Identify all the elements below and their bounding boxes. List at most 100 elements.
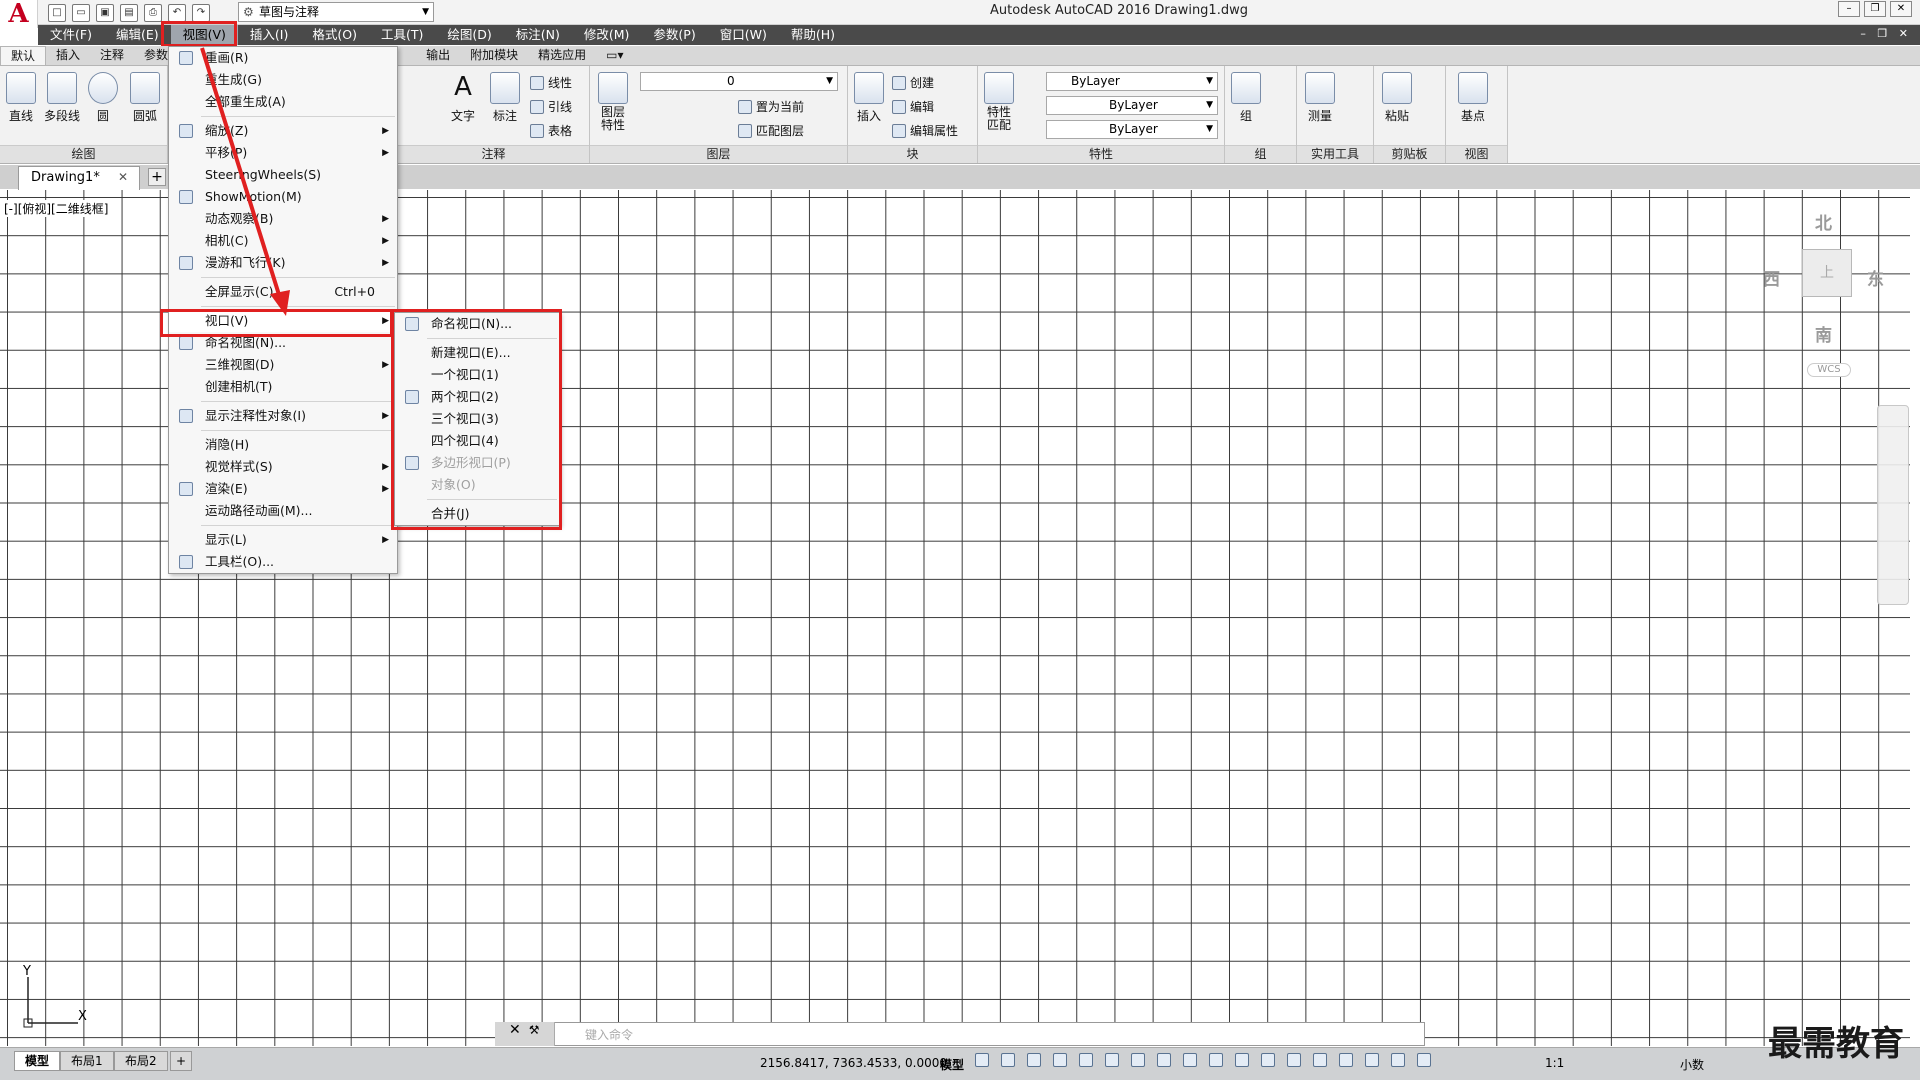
edit-block-tool[interactable]: 编辑 [892, 98, 934, 115]
viewcube-south[interactable]: 南 [1815, 321, 1832, 346]
object-track-icon[interactable] [1157, 1053, 1171, 1067]
viewport-submenu-item-2[interactable]: 一个视口(1) [395, 364, 559, 386]
base-view-tool[interactable]: 基点 [1458, 72, 1488, 124]
redo-icon[interactable]: ↷ [192, 4, 210, 22]
layout-tab-model[interactable]: 模型 [14, 1051, 61, 1071]
add-tab-icon[interactable]: + [148, 168, 166, 186]
drawing-window-controls[interactable]: – ❐ ✕ [1860, 27, 1912, 40]
view-menu-item-16[interactable]: 消隐(H) [169, 434, 397, 456]
layout-tab-2[interactable]: 布局2 [114, 1051, 168, 1071]
ribbon-minimize-icon[interactable]: ▭▾ [596, 46, 633, 65]
view-menu-item-21[interactable]: 工具栏(O)... [169, 551, 397, 573]
workspace-select[interactable]: ⚙ 草图与注释 ▼ [238, 2, 434, 22]
transparency-icon[interactable] [1235, 1053, 1249, 1067]
view-menu-item-10[interactable]: 全屏显示(C) Ctrl+0 [169, 281, 397, 303]
tab-default[interactable]: 默认 [0, 46, 47, 65]
tab-insert[interactable]: 插入 [46, 46, 90, 65]
menu-help[interactable]: 帮助(H) [779, 25, 847, 45]
view-menu-item-18[interactable]: 渲染(E) ▶ [169, 478, 397, 500]
close-icon[interactable]: ✕ [118, 170, 128, 184]
grid-icon[interactable] [975, 1053, 989, 1067]
viewport-submenu-item-0[interactable]: 命名视口(N)... [395, 313, 559, 335]
maximize-icon[interactable]: ❐ [1864, 1, 1886, 17]
menu-tools[interactable]: 工具(T) [369, 25, 435, 45]
panel-layers-title[interactable]: 图层 [590, 145, 847, 163]
menu-modify[interactable]: 修改(M) [572, 25, 642, 45]
linear-dim-tool[interactable]: 线性 [530, 74, 572, 91]
view-menu-item-3[interactable]: 缩放(Z) ▶ [169, 120, 397, 142]
circle-tool[interactable]: 圆 [88, 72, 118, 124]
layout-tab-1[interactable]: 布局1 [60, 1051, 114, 1071]
infer-icon[interactable] [1027, 1053, 1041, 1067]
panel-clipboard-title[interactable]: 剪贴板 [1374, 145, 1445, 163]
view-menu-item-2[interactable]: 全部重生成(A) [169, 91, 397, 113]
print-icon[interactable]: ⎙ [144, 4, 162, 22]
layer-select[interactable]: 0 ▼ [640, 72, 838, 91]
panel-groups-title[interactable]: 组 [1225, 145, 1296, 163]
dynamic-input-icon[interactable] [1053, 1053, 1067, 1067]
panel-draw-title[interactable]: 绘图 [0, 145, 167, 163]
viewcube[interactable]: 北 西 东 南 上 WCS [1745, 205, 1885, 385]
viewcube-west[interactable]: 西 [1763, 265, 1780, 290]
view-menu-item-4[interactable]: 平移(P) ▶ [169, 142, 397, 164]
view-menu-item-7[interactable]: 动态观察(B) ▶ [169, 208, 397, 230]
color-select[interactable]: ByLayer ▼ [1046, 72, 1218, 91]
close-icon[interactable]: ✕ [495, 1022, 521, 1038]
polar-icon[interactable] [1105, 1053, 1119, 1067]
tab-annotate[interactable]: 注释 [90, 46, 134, 65]
snap-icon[interactable] [1001, 1053, 1015, 1067]
navigation-bar[interactable] [1877, 405, 1909, 605]
view-menu-item-5[interactable]: SteeringWheels(S) [169, 164, 397, 186]
view-menu-item-0[interactable]: 重画(R) [169, 47, 397, 69]
application-menu-button[interactable]: A [0, 0, 38, 29]
viewport-submenu-item-3[interactable]: 两个视口(2) [395, 386, 559, 408]
panel-annotation-title[interactable]: 注释 [398, 145, 589, 163]
panel-properties-title[interactable]: 特性 [978, 145, 1224, 163]
model-space-toggle[interactable]: 模型 [940, 1056, 964, 1073]
menu-draw[interactable]: 绘图(D) [435, 25, 503, 45]
menu-window[interactable]: 窗口(W) [708, 25, 779, 45]
annotation-visibility-icon[interactable] [1391, 1053, 1405, 1067]
view-menu-item-14[interactable]: 创建相机(T) [169, 376, 397, 398]
open-icon[interactable]: ▭ [72, 4, 90, 22]
3d-osnap-icon[interactable] [1287, 1053, 1301, 1067]
menu-parametric[interactable]: 参数(P) [641, 25, 707, 45]
view-menu-item-8[interactable]: 相机(C) ▶ [169, 230, 397, 252]
command-input[interactable]: 键入命令 [585, 1026, 633, 1043]
menu-view[interactable]: 视图(V) [170, 25, 238, 45]
viewport-controls[interactable]: [-][俯视][二维线框] [3, 200, 110, 217]
view-menu-item-6[interactable]: ShowMotion(M) [169, 186, 397, 208]
group-tool[interactable]: 组 [1231, 72, 1261, 124]
wrench-icon[interactable]: ⚒ [521, 1023, 540, 1037]
text-tool[interactable]: A 文字 [448, 72, 478, 124]
view-menu-item-20[interactable]: 显示(L) ▶ [169, 529, 397, 551]
gizmo-icon[interactable] [1365, 1053, 1379, 1067]
view-menu-item-15[interactable]: 显示注释性对象(I) ▶ [169, 405, 397, 427]
menu-format[interactable]: 格式(O) [300, 25, 369, 45]
panel-block-title[interactable]: 块 [848, 145, 977, 163]
viewport-submenu-item-8[interactable]: 合并(J) [395, 503, 559, 525]
save-icon[interactable]: ▣ [96, 4, 114, 22]
annotation-scale[interactable]: 1:1 [1545, 1056, 1564, 1070]
edit-attributes-tool[interactable]: 编辑属性 [892, 122, 958, 139]
units-select[interactable]: 小数 [1680, 1056, 1704, 1073]
command-line-controls[interactable]: ✕ ⚒ [495, 1022, 555, 1046]
view-menu-item-17[interactable]: 视觉样式(S) ▶ [169, 456, 397, 478]
dimension-tool[interactable]: 标注 [490, 72, 520, 124]
make-current-tool[interactable]: 置为当前 [738, 98, 804, 115]
tab-output[interactable]: 输出 [416, 46, 460, 65]
create-block-tool[interactable]: 创建 [892, 74, 934, 91]
polyline-tool[interactable]: 多段线 [44, 72, 80, 124]
minimize-icon[interactable]: – [1838, 1, 1860, 17]
view-menu-item-1[interactable]: 重生成(G) [169, 69, 397, 91]
linetype-select[interactable]: ByLayer ▼ [1046, 96, 1218, 115]
table-tool[interactable]: 表格 [530, 122, 572, 139]
menu-dimension[interactable]: 标注(N) [504, 25, 572, 45]
osnap-icon[interactable] [1183, 1053, 1197, 1067]
match-properties-tool[interactable]: 特性 匹配 [984, 72, 1014, 132]
lineweight-icon[interactable] [1209, 1053, 1223, 1067]
selection-cycling-icon[interactable] [1261, 1053, 1275, 1067]
layer-properties-tool[interactable]: 图层 特性 [598, 72, 628, 132]
auto-scale-icon[interactable] [1417, 1053, 1431, 1067]
dynamic-ucs-icon[interactable] [1313, 1053, 1327, 1067]
